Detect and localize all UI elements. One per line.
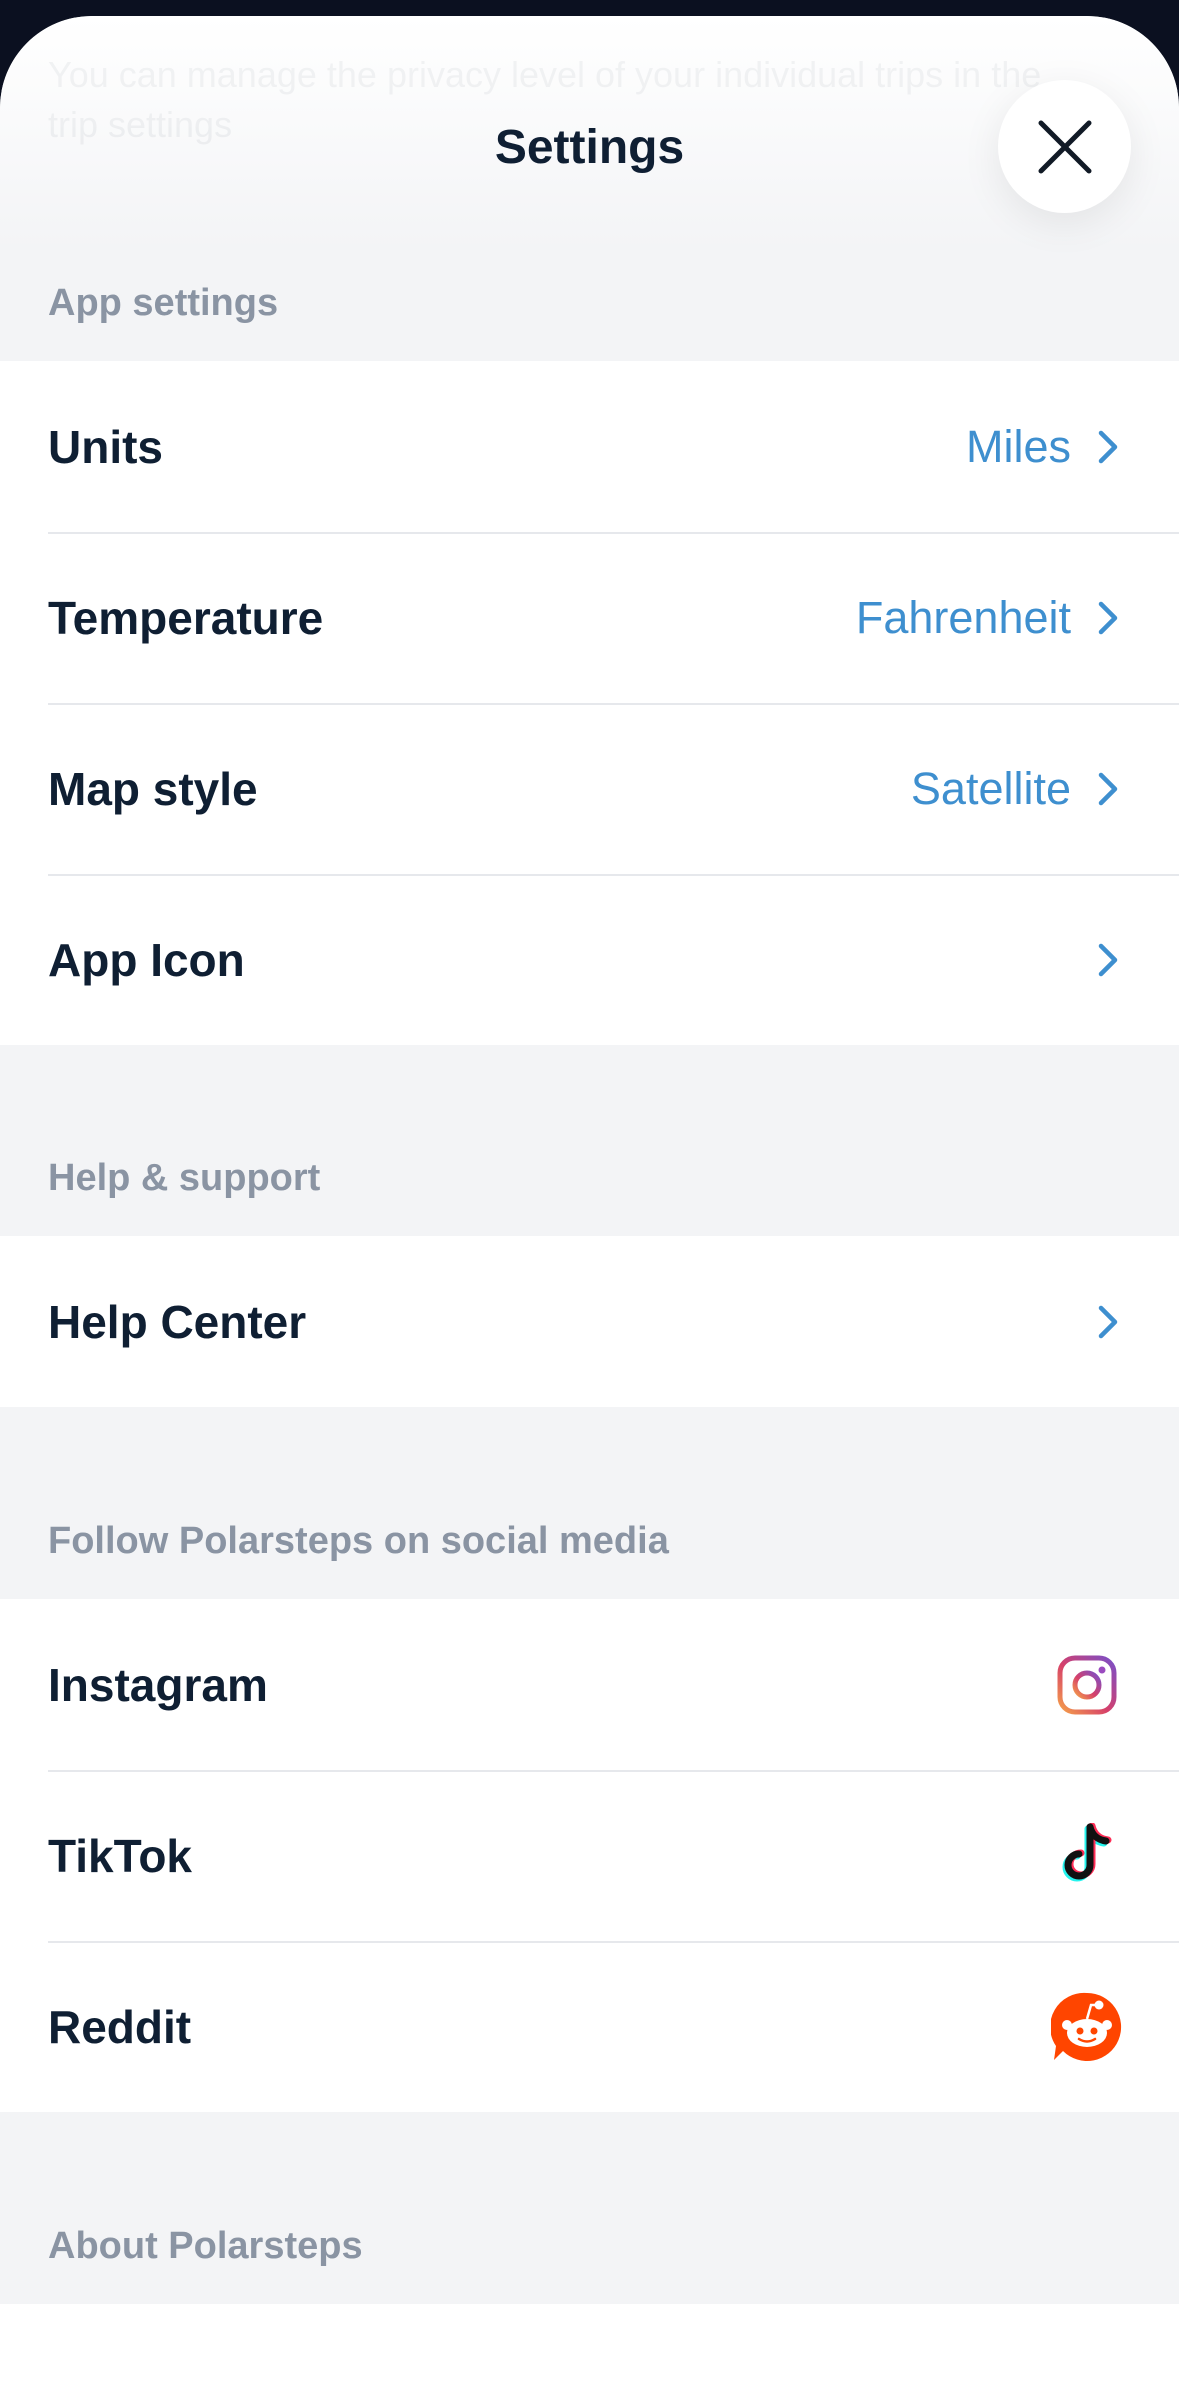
chevron-right-icon xyxy=(1097,940,1123,980)
section-label-social: Follow Polarsteps on social media xyxy=(48,1520,669,1562)
about-group xyxy=(0,2304,1179,2396)
help-center-row[interactable]: Help Center xyxy=(0,1236,1179,1407)
chevron-right-icon xyxy=(1097,769,1123,809)
map-style-label: Map style xyxy=(48,762,258,815)
help-support-group: Help Center xyxy=(0,1236,1179,1407)
close-icon xyxy=(1038,120,1091,173)
sheet-header: You can manage the privacy level of your… xyxy=(0,16,1179,251)
instagram-row[interactable]: Instagram xyxy=(0,1599,1179,1770)
instagram-icon xyxy=(1051,1649,1123,1721)
settings-sheet: You can manage the privacy level of your… xyxy=(0,16,1179,2396)
temperature-row[interactable]: Temperature Fahrenheit xyxy=(0,532,1179,703)
units-value: Miles xyxy=(965,420,1071,472)
app-icon-label: App Icon xyxy=(48,933,245,986)
help-center-label: Help Center xyxy=(48,1295,307,1348)
map-style-value: Satellite xyxy=(910,762,1071,814)
close-button[interactable] xyxy=(998,80,1131,213)
tiktok-row[interactable]: TikTok xyxy=(0,1770,1179,1941)
units-row[interactable]: Units Miles xyxy=(0,361,1179,532)
app-icon-row[interactable]: App Icon xyxy=(0,874,1179,1045)
temperature-label: Temperature xyxy=(48,591,324,644)
section-label-help-support: Help & support xyxy=(48,1157,321,1199)
units-label: Units xyxy=(48,420,163,473)
reddit-label: Reddit xyxy=(48,2000,192,2053)
map-style-row[interactable]: Map style Satellite xyxy=(0,703,1179,874)
reddit-row[interactable]: Reddit xyxy=(0,1941,1179,2112)
chevron-right-icon xyxy=(1097,598,1123,638)
app-settings-group: Units Miles Temperature Fahrenheit Map s… xyxy=(0,361,1179,1045)
instagram-label: Instagram xyxy=(48,1658,268,1711)
tiktok-icon xyxy=(1051,1820,1123,1892)
chevron-right-icon xyxy=(1097,1302,1123,1342)
temperature-value: Fahrenheit xyxy=(855,591,1071,643)
reddit-icon xyxy=(1051,1991,1123,2063)
section-label-about: About Polarsteps xyxy=(48,2225,363,2267)
tiktok-label: TikTok xyxy=(48,1829,192,1882)
chevron-right-icon xyxy=(1097,427,1123,467)
social-group: Instagram TikTok Reddit xyxy=(0,1599,1179,2112)
